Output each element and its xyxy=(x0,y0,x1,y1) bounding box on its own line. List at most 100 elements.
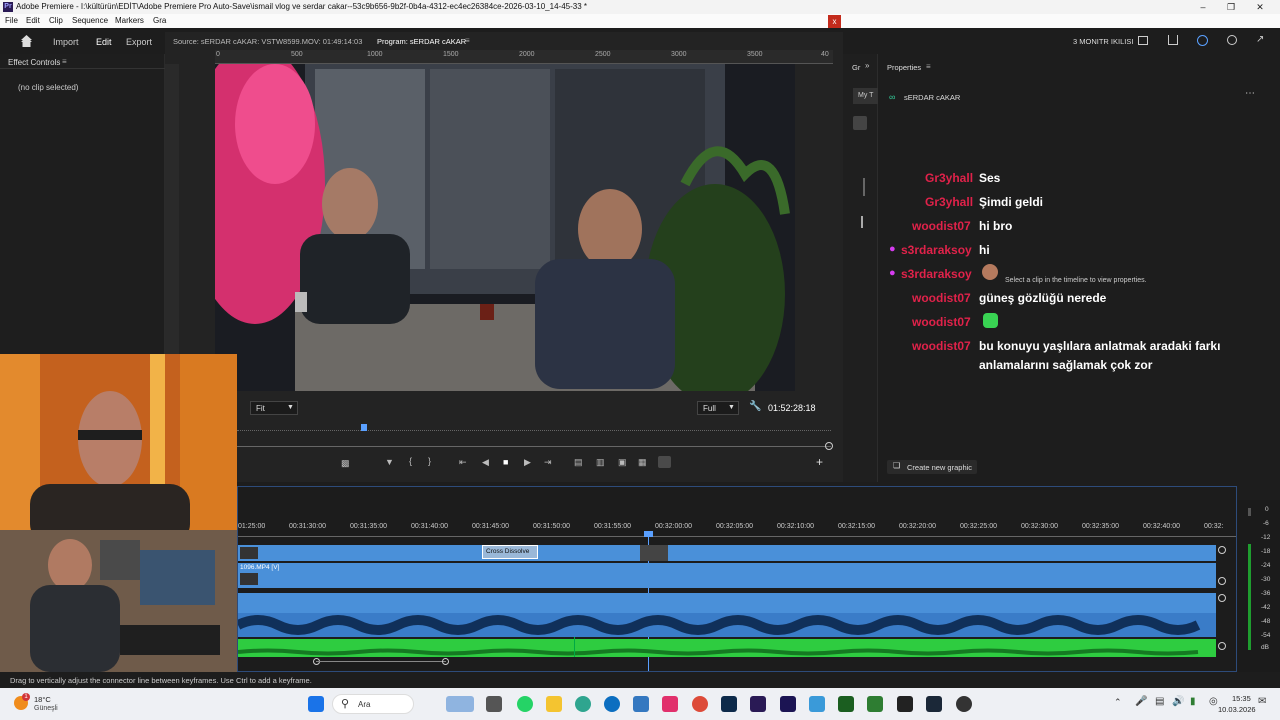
timeline-ruler[interactable]: 01:25:00 00:31:30:00 00:31:35:00 00:31:4… xyxy=(238,519,1236,533)
filter-icon[interactable] xyxy=(853,116,867,130)
tab-export-label[interactable]: Export xyxy=(126,37,152,47)
panel-title[interactable]: Effect Controls xyxy=(8,58,60,67)
more-options-icon[interactable]: ⋯ xyxy=(1245,88,1255,99)
weather-desc[interactable]: Güneşli xyxy=(34,705,58,712)
audio-clip[interactable] xyxy=(235,613,1216,637)
go-to-in-icon[interactable]: ⇤ xyxy=(459,457,467,468)
panel-menu-icon[interactable]: ≡ xyxy=(62,57,67,66)
progress-icon[interactable] xyxy=(1197,35,1208,46)
extract-icon[interactable]: ▥ xyxy=(596,457,605,468)
properties-title[interactable]: Properties xyxy=(887,63,921,72)
maximize-icon[interactable]: ❐ xyxy=(1225,1,1237,13)
track-handle[interactable] xyxy=(1218,594,1226,602)
instagram-icon[interactable] xyxy=(662,696,678,712)
edit-point[interactable] xyxy=(574,637,575,657)
menu-file[interactable]: File xyxy=(5,16,18,25)
playhead-handle[interactable] xyxy=(644,531,653,537)
scroll-handle[interactable] xyxy=(825,442,833,450)
video-clip[interactable] xyxy=(238,545,1216,561)
photoshop-icon[interactable] xyxy=(721,696,737,712)
program-video-frame[interactable] xyxy=(215,64,795,391)
playhead-timecode[interactable]: 01:52:28:18 xyxy=(768,403,816,413)
premiere-icon[interactable] xyxy=(750,696,766,712)
quality-select[interactable]: Full ▼ xyxy=(697,401,739,415)
zoom-scrollbar[interactable] xyxy=(316,661,446,662)
menu-markers[interactable]: Markers xyxy=(115,16,144,25)
monitor-timebar[interactable] xyxy=(237,429,831,431)
comparison-icon[interactable]: ▦ xyxy=(638,457,647,468)
menu-edit[interactable]: Edit xyxy=(26,16,40,25)
wifi-icon[interactable]: ◎ xyxy=(1209,696,1218,707)
tab-my-templates[interactable]: My T xyxy=(853,88,878,104)
file-explorer-icon[interactable] xyxy=(546,696,562,712)
add-marker-icon[interactable]: ▼ xyxy=(385,457,394,467)
settings-wrench-icon[interactable]: 🔧 xyxy=(749,401,761,412)
steam-icon[interactable] xyxy=(926,696,942,712)
go-to-out-icon[interactable]: ⇥ xyxy=(544,457,552,468)
minimize-icon[interactable]: – xyxy=(1197,1,1209,13)
volume-icon[interactable]: 🔊 xyxy=(1172,696,1184,707)
widget-icon[interactable] xyxy=(446,696,474,712)
panel-icon[interactable] xyxy=(1138,36,1148,45)
audio-clip[interactable] xyxy=(238,593,1216,613)
chrome-icon[interactable] xyxy=(692,696,708,712)
transition-block[interactable]: Cross Dissolve xyxy=(482,545,538,559)
menu-clip[interactable]: Clip xyxy=(49,16,63,25)
tab-edit-label[interactable]: Edit xyxy=(96,37,112,47)
zoom-select[interactable]: Fit ▼ xyxy=(250,401,298,415)
whatsapp-icon[interactable] xyxy=(517,696,533,712)
epic-games-icon[interactable] xyxy=(897,696,913,712)
search-box[interactable]: ⚲ Ara xyxy=(332,694,414,714)
clock-date[interactable]: 10.03.2026 xyxy=(1218,705,1256,714)
home-button[interactable] xyxy=(20,35,33,47)
menu-graphics[interactable]: Gra xyxy=(153,16,166,25)
mark-out-icon[interactable]: } xyxy=(428,456,431,466)
app-icon[interactable] xyxy=(809,696,825,712)
add-button-icon[interactable]: + xyxy=(816,455,823,469)
expand-icon[interactable]: » xyxy=(865,61,869,70)
mark-in-icon[interactable]: { xyxy=(409,456,412,466)
search-icon[interactable] xyxy=(1227,35,1237,45)
share-icon[interactable] xyxy=(1168,35,1178,45)
multicam-icon[interactable] xyxy=(658,456,671,468)
close-panel-icon[interactable]: x xyxy=(828,15,841,28)
store-icon[interactable] xyxy=(633,696,649,712)
chevron-up-icon[interactable]: ⌃ xyxy=(1114,697,1122,708)
menu-sequence[interactable]: Sequence xyxy=(72,16,108,25)
microphone-icon[interactable]: 🎤 xyxy=(1135,696,1147,707)
audio-clip-green[interactable] xyxy=(237,639,1216,657)
network-icon[interactable]: ▤ xyxy=(1155,696,1164,707)
app-icon[interactable] xyxy=(867,696,883,712)
app-icon[interactable] xyxy=(575,696,591,712)
clock-time[interactable]: 15:35 xyxy=(1232,694,1251,703)
tab-source[interactable]: Source: sERDAR cAKAR: VSTW8599.MOV: 01:4… xyxy=(173,37,362,46)
monitor-playhead[interactable] xyxy=(361,424,367,431)
close-icon[interactable]: ✕ xyxy=(1254,1,1266,13)
track-handle[interactable] xyxy=(1218,642,1226,650)
notification-icon[interactable]: ✉ xyxy=(1258,696,1266,707)
tab-graphics[interactable]: Gr xyxy=(852,63,860,72)
nvidia-icon[interactable] xyxy=(838,696,854,712)
tab-program[interactable]: Program: sERDAR cAKAR xyxy=(377,37,466,46)
obs-icon[interactable] xyxy=(956,696,972,712)
battery-icon[interactable]: ▮ xyxy=(1190,696,1196,707)
windows-start-icon[interactable] xyxy=(308,696,324,712)
fullscreen-icon[interactable]: ↗ xyxy=(1256,35,1266,45)
tab-import-label[interactable]: Import xyxy=(53,37,79,47)
task-view-icon[interactable] xyxy=(486,696,502,712)
weather-temp[interactable]: 18°C xyxy=(34,695,51,704)
zoom-handle-right[interactable] xyxy=(442,658,449,665)
camera-icon[interactable]: ▣ xyxy=(618,457,627,468)
program-menu-icon[interactable]: ≡ xyxy=(465,36,470,45)
create-graphic-button[interactable]: ❏ Create new graphic xyxy=(887,460,977,474)
properties-menu-icon[interactable]: ≡ xyxy=(926,62,931,71)
clip-thumbnail[interactable] xyxy=(640,545,668,561)
step-back-icon[interactable]: ◀ xyxy=(482,457,489,468)
step-forward-icon[interactable]: ▶ xyxy=(524,457,531,468)
monitor-scrollbar[interactable] xyxy=(237,446,831,447)
media-encoder-icon[interactable] xyxy=(780,696,796,712)
stop-icon[interactable]: ■ xyxy=(503,457,508,467)
edge-icon[interactable] xyxy=(604,696,620,712)
export-frame-icon[interactable]: ▩ xyxy=(341,458,350,469)
workspace-name[interactable]: 3 MONITR IKILISI xyxy=(1073,37,1133,46)
